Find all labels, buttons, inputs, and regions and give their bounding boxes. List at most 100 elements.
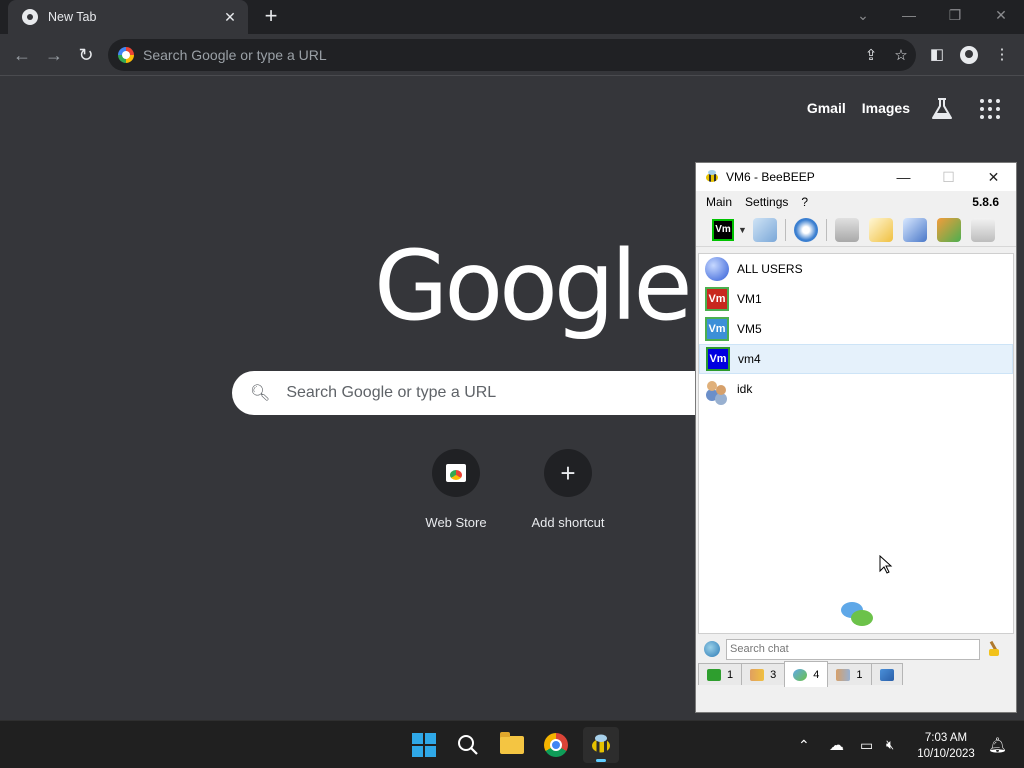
profile-edit-icon[interactable]: [752, 217, 777, 242]
file-transfer-icon[interactable]: [936, 217, 961, 242]
tab-chats[interactable]: 4: [784, 661, 829, 687]
google-g-icon: [118, 47, 134, 63]
close-window-icon[interactable]: ✕: [978, 0, 1024, 30]
tools-icon[interactable]: [902, 217, 927, 242]
beebeep-toolbar: Vm ▼: [696, 213, 1016, 247]
tab-new-tab[interactable]: New Tab ✕: [8, 0, 248, 34]
clock[interactable]: 7:03 AM 10/10/2023: [912, 730, 980, 762]
user-row-vm4[interactable]: Vm vm4: [699, 344, 1013, 374]
user-name: vm4: [738, 352, 761, 366]
tab-count: 3: [770, 668, 777, 681]
user-row-vm1[interactable]: Vm VM1: [699, 284, 1013, 314]
tab-file-sharing[interactable]: [870, 663, 903, 685]
chat-search-bar: [698, 637, 1014, 661]
back-icon[interactable]: ←: [9, 42, 35, 68]
note-edit-icon[interactable]: [868, 217, 893, 242]
status-dropdown-icon[interactable]: ▼: [738, 225, 747, 235]
bee-app-icon: [589, 734, 613, 756]
clear-search-icon[interactable]: [986, 641, 1002, 657]
restore-icon[interactable]: ❐: [932, 0, 978, 30]
beebeep-minimize-icon[interactable]: —: [881, 169, 926, 185]
shortcut-web-store-circle: [432, 449, 480, 497]
shortcut-web-store[interactable]: Web Store: [400, 449, 512, 530]
shortcut-add[interactable]: + Add shortcut: [512, 449, 624, 530]
address-bar[interactable]: Search Google or type a URL ⇪ ☆: [108, 39, 916, 71]
chrome-favicon-icon: [22, 9, 38, 25]
tab-users[interactable]: 3: [741, 663, 786, 685]
notification-bell-icon[interactable]: 🔔︎: [988, 721, 1007, 768]
share-icon[interactable]: ⇪: [856, 46, 886, 64]
chat-icon: [793, 668, 808, 681]
search-button[interactable]: [450, 727, 486, 763]
new-tab-button[interactable]: +: [258, 4, 284, 30]
tab-close-icon[interactable]: ✕: [222, 9, 238, 26]
taskbar: ⌃ ☁ ▭ 🔇︎ 7:03 AM 10/10/2023 🔔︎: [0, 720, 1024, 768]
group-icon: [836, 668, 851, 681]
beebeep-tab-bar: 1 3 4 1: [696, 661, 1016, 689]
labs-flask-icon[interactable]: [931, 97, 953, 121]
toolbar-separator: [825, 218, 827, 241]
profile-icon[interactable]: [960, 46, 978, 64]
bookmark-star-icon[interactable]: ☆: [886, 46, 916, 64]
onedrive-offline-icon[interactable]: ☁: [829, 721, 844, 768]
user-row-all-users[interactable]: ALL USERS: [699, 254, 1013, 284]
address-bar-placeholder: Search Google or type a URL: [143, 47, 327, 63]
search-chat-input[interactable]: [726, 638, 980, 660]
google-apps-icon[interactable]: [980, 99, 1000, 119]
menu-help[interactable]: ?: [801, 195, 808, 209]
tab-groups[interactable]: 1: [827, 663, 872, 685]
tab-strip: New Tab ✕ + ⌄ — ❐ ✕: [0, 0, 1024, 34]
trash-icon[interactable]: [970, 217, 995, 242]
plus-icon: +: [544, 449, 592, 497]
beebeep-menubar: Main Settings ? 5.8.6: [696, 191, 1016, 213]
gmail-link[interactable]: Gmail: [807, 100, 846, 116]
folder-icon: [500, 732, 524, 754]
user-avatar: Vm: [705, 287, 729, 311]
tab-count: 4: [813, 668, 820, 681]
user-avatar: Vm: [705, 317, 729, 341]
more-menu-icon[interactable]: ⋮: [991, 44, 1013, 66]
browser-toolbar: ← → ↻ Search Google or type a URL ⇪ ☆ ◧ …: [0, 34, 1024, 76]
chrome-icon: [544, 733, 568, 757]
menu-main[interactable]: Main: [706, 195, 732, 209]
network-icon[interactable]: ▭: [860, 721, 873, 768]
tab-computers[interactable]: 1: [698, 663, 743, 685]
chat-bubbles-icon: [841, 602, 873, 628]
side-panel-icon[interactable]: ◧: [926, 44, 948, 66]
my-status-avatar[interactable]: Vm: [712, 218, 734, 241]
windows-logo-icon: [412, 733, 436, 757]
user-name: VM5: [737, 322, 762, 336]
google-logo: Google: [374, 230, 693, 342]
broadcast-icon[interactable]: [793, 217, 818, 242]
toolbar-separator: [784, 218, 786, 241]
start-button[interactable]: [406, 727, 442, 763]
users-icon: [750, 668, 765, 681]
tab-title: New Tab: [48, 10, 97, 24]
user-name: idk: [737, 382, 753, 396]
mouse-cursor-icon: [879, 555, 893, 574]
search-filter-icon[interactable]: [704, 641, 720, 657]
volume-muted-icon[interactable]: 🔇︎: [886, 721, 894, 768]
version-label: 5.8.6: [972, 195, 999, 209]
reload-icon[interactable]: ↻: [73, 42, 99, 68]
ntp-header-links: Gmail Images: [807, 100, 910, 116]
file-share-icon: [879, 668, 894, 681]
beebeep-maximize-icon: ☐: [942, 168, 955, 185]
images-link[interactable]: Images: [862, 100, 910, 116]
forward-icon[interactable]: →: [41, 42, 67, 68]
beebeep-taskbar-button[interactable]: [583, 727, 619, 763]
file-explorer-button[interactable]: [494, 727, 530, 763]
menu-settings[interactable]: Settings: [745, 195, 788, 209]
tray-overflow-icon[interactable]: ⌃: [798, 721, 810, 768]
bee-app-icon: [704, 170, 720, 184]
user-row-vm5[interactable]: Vm VM5: [699, 314, 1013, 344]
globe-icon: [705, 257, 729, 281]
folder-share-icon[interactable]: [834, 217, 859, 242]
chrome-taskbar-button[interactable]: [538, 727, 574, 763]
beebeep-close-icon[interactable]: ✕: [971, 169, 1016, 186]
tab-search-icon[interactable]: ⌄: [840, 0, 886, 30]
minimize-icon[interactable]: —: [886, 0, 932, 30]
beebeep-title: VM6 - BeeBEEP: [726, 170, 815, 184]
user-row-idk[interactable]: idk: [699, 374, 1013, 404]
user-avatar: Vm: [706, 347, 730, 371]
